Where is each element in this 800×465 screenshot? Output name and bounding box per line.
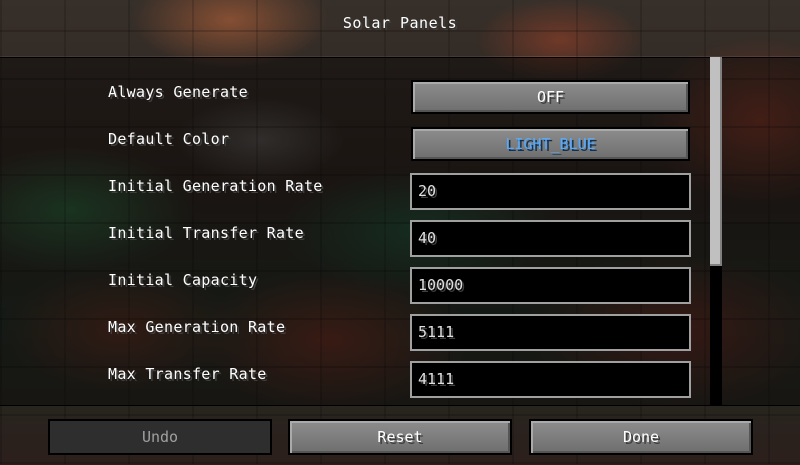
max-transfer-rate-field[interactable]: 4111 [410, 361, 691, 398]
option-label-default-color: Default Color [108, 130, 230, 148]
option-label-max-transfer-rate: Max Transfer Rate [108, 365, 267, 383]
max-generation-rate-field[interactable]: 5111 [410, 314, 691, 351]
initial-capacity-field[interactable]: 10000 [410, 267, 691, 304]
option-label-initial-transfer-rate: Initial Transfer Rate [108, 224, 304, 242]
done-button[interactable]: Done [529, 419, 753, 455]
option-row-max-generation-rate: Max Generation Rate 5111 [0, 304, 720, 351]
initial-generation-rate-field[interactable]: 20 [410, 173, 691, 210]
option-label-always-generate: Always Generate [108, 83, 248, 101]
reset-button[interactable]: Reset [288, 419, 512, 455]
initial-transfer-rate-field[interactable]: 40 [410, 220, 691, 257]
screen-title: Solar Panels [342, 14, 458, 32]
scrollbar-thumb[interactable] [710, 57, 722, 266]
option-label-initial-generation-rate: Initial Generation Rate [108, 177, 323, 195]
option-label-max-generation-rate: Max Generation Rate [108, 318, 286, 336]
option-label-initial-capacity: Initial Capacity [108, 271, 258, 289]
config-option-list[interactable]: Always Generate OFF Default Color LIGHT_… [0, 57, 800, 406]
option-row-initial-transfer-rate: Initial Transfer Rate 40 [0, 210, 720, 257]
undo-button[interactable]: Undo [48, 419, 272, 455]
always-generate-toggle-button[interactable]: OFF [411, 80, 690, 114]
option-row-initial-capacity: Initial Capacity 10000 [0, 257, 720, 304]
screen-header: Solar Panels [0, 0, 800, 56]
screen-footer: Undo Reset Done [0, 405, 800, 465]
option-row-max-transfer-rate: Max Transfer Rate 4111 [0, 351, 720, 398]
option-row-always-generate: Always Generate OFF [0, 69, 720, 116]
option-row-initial-generation-rate: Initial Generation Rate 20 [0, 163, 720, 210]
default-color-cycle-button[interactable]: LIGHT_BLUE [411, 127, 690, 161]
list-scrollbar[interactable] [710, 57, 722, 405]
option-row-default-color: Default Color LIGHT_BLUE [0, 116, 720, 163]
